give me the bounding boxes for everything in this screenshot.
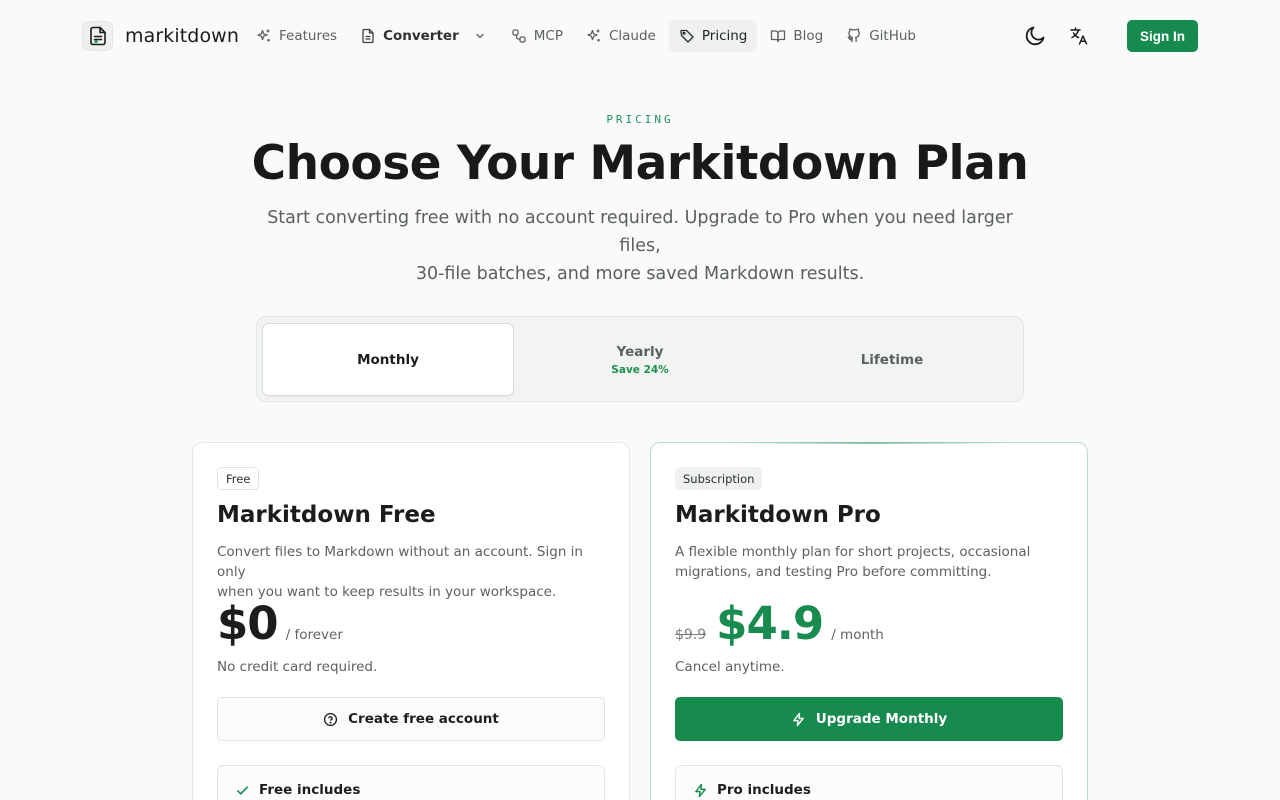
plan-name-free: Markitdown Free	[217, 502, 436, 528]
nav-item-converter[interactable]: Converter	[350, 20, 498, 52]
billing-label-monthly: Monthly	[357, 351, 419, 368]
lightning-icon	[693, 783, 708, 798]
nav-label-blog: Blog	[793, 28, 824, 44]
plan-name-pro: Markitdown Pro	[675, 502, 881, 528]
page-subtitle: Start converting free with no account re…	[250, 204, 1030, 288]
link-nodes-icon	[511, 28, 527, 44]
subtitle-line-2: 30-file batches, and more saved Markdown…	[415, 264, 865, 284]
plan-desc-line-1: A flexible monthly plan for short projec…	[675, 544, 1031, 560]
site-header: markitdown Features Converter MCP Claude…	[0, 0, 1280, 72]
brand-logo[interactable]: markitdown	[82, 21, 239, 51]
includes-heading-pro: Pro includes	[693, 782, 811, 798]
plan-description-free: Convert files to Markdown without an acc…	[217, 542, 607, 602]
check-icon	[235, 783, 250, 798]
billing-label-yearly: Yearly	[616, 343, 664, 360]
nav-item-features[interactable]: Features	[246, 20, 347, 52]
nav-label-github: GitHub	[869, 28, 917, 44]
sparkles-icon	[586, 28, 602, 44]
help-circle-icon	[323, 712, 338, 727]
subtitle-line-1: Start converting free with no account re…	[267, 208, 1013, 256]
nav-item-github[interactable]: GitHub	[836, 20, 926, 52]
price-row-free: $0 / forever	[217, 597, 343, 650]
main-nav: Features Converter MCP Claude Pricing Bl…	[246, 20, 926, 52]
sparkles-icon	[256, 28, 272, 44]
billing-period-toggle: Monthly Yearly Save 24% Lifetime	[256, 316, 1024, 402]
billing-label-lifetime: Lifetime	[860, 351, 924, 368]
plan-old-price-pro: $9.9	[675, 627, 707, 643]
nav-label-claude: Claude	[608, 28, 656, 44]
nav-label-pricing: Pricing	[701, 28, 748, 44]
cta-label-pro: Upgrade Monthly	[815, 711, 948, 727]
nav-label-features: Features	[279, 28, 338, 44]
cta-label-free: Create free account	[348, 711, 499, 727]
plan-note-free: No credit card required.	[217, 659, 378, 675]
includes-label-free: Free includes	[259, 782, 361, 798]
book-icon	[770, 28, 786, 44]
moon-icon[interactable]	[1023, 24, 1047, 48]
includes-panel-free: Free includes	[217, 765, 605, 800]
tag-icon	[679, 28, 695, 44]
nav-item-claude[interactable]: Claude	[576, 20, 666, 52]
file-icon	[360, 28, 376, 44]
nav-item-blog[interactable]: Blog	[760, 20, 833, 52]
billing-option-monthly[interactable]: Monthly	[262, 323, 514, 396]
plan-price-pro: $4.9	[716, 597, 824, 650]
billing-option-lifetime[interactable]: Lifetime	[766, 323, 1018, 396]
lightning-icon	[791, 712, 806, 727]
billing-option-yearly[interactable]: Yearly Save 24%	[514, 323, 766, 396]
yearly-savings-badge: Save 24%	[611, 363, 669, 376]
create-free-account-button[interactable]: Create free account	[217, 697, 605, 741]
includes-label-pro: Pro includes	[717, 782, 811, 798]
github-icon	[846, 28, 862, 44]
nav-label-mcp: MCP	[533, 28, 563, 44]
includes-heading-free: Free includes	[235, 782, 360, 798]
nav-label-converter: Converter	[383, 28, 459, 44]
plan-badge-pro: Subscription	[675, 467, 763, 490]
plan-card-pro: Subscription Markitdown Pro A flexible m…	[650, 442, 1088, 800]
card-highlight-line	[731, 442, 1011, 444]
plan-desc-line-1: Convert files to Markdown without an acc…	[217, 544, 583, 580]
plan-desc-line-2: migrations, and testing Pro before commi…	[675, 564, 992, 580]
plan-description-pro: A flexible monthly plan for short projec…	[675, 542, 1065, 582]
plan-card-free: Free Markitdown Free Convert files to Ma…	[192, 442, 630, 800]
plan-note-pro: Cancel anytime.	[675, 659, 785, 675]
plan-badge-free: Free	[217, 467, 260, 490]
price-row-pro: $9.9 $4.9 / month	[675, 597, 884, 650]
translate-icon[interactable]	[1068, 25, 1090, 47]
includes-panel-pro: Pro includes	[675, 765, 1063, 800]
upgrade-monthly-button[interactable]: Upgrade Monthly	[675, 697, 1063, 741]
nav-item-pricing[interactable]: Pricing	[668, 20, 758, 52]
plan-price-free: $0	[217, 597, 279, 650]
plan-period-free: / forever	[285, 627, 343, 643]
brand-name: markitdown	[125, 25, 239, 47]
chevron-down-icon	[472, 28, 488, 44]
document-logo-icon	[82, 21, 113, 51]
section-eyebrow: PRICING	[606, 113, 674, 126]
plan-period-pro: / month	[831, 627, 884, 643]
sign-in-button[interactable]: Sign In	[1127, 20, 1198, 52]
nav-item-mcp[interactable]: MCP	[501, 20, 573, 52]
page-title: Choose Your Markitdown Plan	[251, 136, 1029, 191]
